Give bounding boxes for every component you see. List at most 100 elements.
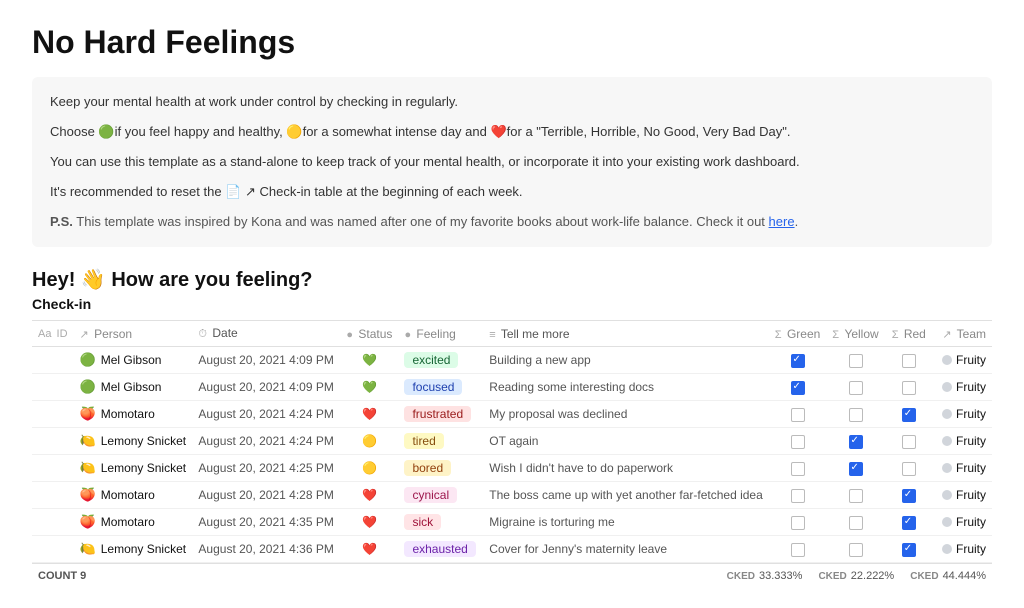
yellow-checkbox[interactable] bbox=[849, 408, 863, 422]
yellow-checkbox[interactable] bbox=[849, 489, 863, 503]
yellow-checkbox[interactable] bbox=[849, 543, 863, 557]
footer-count: COUNT 9 bbox=[38, 570, 86, 582]
th-tell: ≡ Tell me more bbox=[483, 321, 769, 347]
cell-red[interactable] bbox=[885, 455, 933, 482]
cell-date: August 20, 2021 4:25 PM bbox=[192, 455, 340, 482]
person-emoji: 🟢 bbox=[80, 352, 96, 368]
cell-person: 🍋 Lemony Snicket bbox=[74, 536, 193, 563]
table-row: 🍋 Lemony Snicket August 20, 2021 4:24 PM… bbox=[32, 428, 992, 455]
cell-date: August 20, 2021 4:28 PM bbox=[192, 482, 340, 509]
red-checkbox[interactable] bbox=[902, 489, 916, 503]
table-header-row: Aa ID ↗ Person ⏱ Date ● Status ● Feeling… bbox=[32, 321, 992, 347]
cell-feeling: cynical bbox=[398, 482, 483, 509]
feeling-badge: exhausted bbox=[404, 541, 475, 557]
th-id: Aa ID bbox=[32, 321, 74, 347]
cell-date: August 20, 2021 4:24 PM bbox=[192, 428, 340, 455]
cell-green[interactable] bbox=[769, 536, 827, 563]
cell-tell: Cover for Jenny's maternity leave bbox=[483, 536, 769, 563]
th-team: ↗ Team bbox=[933, 321, 992, 347]
team-name: Fruity bbox=[956, 380, 986, 394]
cell-person: 🍋 Lemony Snicket bbox=[74, 428, 193, 455]
th-yellow: Σ Yellow bbox=[826, 321, 884, 347]
cell-yellow[interactable] bbox=[826, 374, 884, 401]
desc-line3: You can use this template as a stand-alo… bbox=[50, 151, 974, 173]
cell-red[interactable] bbox=[885, 536, 933, 563]
green-checkbox[interactable] bbox=[791, 489, 805, 503]
description-box: Keep your mental health at work under co… bbox=[32, 77, 992, 247]
cell-id bbox=[32, 482, 74, 509]
cell-id bbox=[32, 455, 74, 482]
cell-green[interactable] bbox=[769, 428, 827, 455]
red-checkbox[interactable] bbox=[902, 435, 916, 449]
yellow-checkbox[interactable] bbox=[849, 462, 863, 476]
person-emoji: 🍑 bbox=[80, 514, 96, 530]
cell-green[interactable] bbox=[769, 347, 827, 374]
cell-feeling: excited bbox=[398, 347, 483, 374]
red-checkbox[interactable] bbox=[902, 408, 916, 422]
cell-date: August 20, 2021 4:36 PM bbox=[192, 536, 340, 563]
green-checkbox[interactable] bbox=[791, 435, 805, 449]
team-name: Fruity bbox=[956, 488, 986, 502]
cell-yellow[interactable] bbox=[826, 428, 884, 455]
cell-red[interactable] bbox=[885, 401, 933, 428]
red-checkbox[interactable] bbox=[902, 354, 916, 368]
cell-feeling: exhausted bbox=[398, 536, 483, 563]
team-name: Fruity bbox=[956, 515, 986, 529]
cell-red[interactable] bbox=[885, 482, 933, 509]
table-title: Check-in bbox=[32, 296, 992, 312]
cell-id bbox=[32, 536, 74, 563]
desc-line1: Keep your mental health at work under co… bbox=[50, 91, 974, 113]
green-checkbox[interactable] bbox=[791, 381, 805, 395]
yellow-checkbox[interactable] bbox=[849, 381, 863, 395]
cell-yellow[interactable] bbox=[826, 455, 884, 482]
desc-ps: P.S. This template was inspired by Kona … bbox=[50, 211, 974, 233]
cell-feeling: tired bbox=[398, 428, 483, 455]
cell-team: Fruity bbox=[933, 482, 992, 509]
cell-status: 💚 bbox=[340, 347, 398, 374]
count-label: COUNT bbox=[38, 570, 77, 582]
red-checkbox[interactable] bbox=[902, 516, 916, 530]
cell-team: Fruity bbox=[933, 428, 992, 455]
cell-status: ❤️ bbox=[340, 401, 398, 428]
team-dot bbox=[942, 517, 952, 527]
count-value: 9 bbox=[80, 570, 86, 582]
person-name: Momotaro bbox=[101, 515, 155, 529]
cell-yellow[interactable] bbox=[826, 536, 884, 563]
feeling-badge: sick bbox=[404, 514, 441, 530]
green-checkbox[interactable] bbox=[791, 462, 805, 476]
yellow-checkbox[interactable] bbox=[849, 354, 863, 368]
red-checkbox[interactable] bbox=[902, 462, 916, 476]
cell-status: ❤️ bbox=[340, 536, 398, 563]
cell-yellow[interactable] bbox=[826, 401, 884, 428]
green-checkbox[interactable] bbox=[791, 354, 805, 368]
cell-green[interactable] bbox=[769, 401, 827, 428]
cell-status: 🟡 bbox=[340, 455, 398, 482]
yellow-checkbox[interactable] bbox=[849, 516, 863, 530]
red-checkbox[interactable] bbox=[902, 543, 916, 557]
cell-yellow[interactable] bbox=[826, 347, 884, 374]
cell-red[interactable] bbox=[885, 374, 933, 401]
green-checkbox[interactable] bbox=[791, 543, 805, 557]
team-name: Fruity bbox=[956, 542, 986, 556]
th-feeling: ● Feeling bbox=[398, 321, 483, 347]
cell-red[interactable] bbox=[885, 347, 933, 374]
cell-red[interactable] bbox=[885, 428, 933, 455]
cell-green[interactable] bbox=[769, 455, 827, 482]
desc-line4: It's recommended to reset the 📄 ↗ Check-… bbox=[50, 181, 974, 203]
red-checkbox[interactable] bbox=[902, 381, 916, 395]
cell-yellow[interactable] bbox=[826, 482, 884, 509]
green-checkbox[interactable] bbox=[791, 408, 805, 422]
th-green: Σ Green bbox=[769, 321, 827, 347]
cell-green[interactable] bbox=[769, 374, 827, 401]
table-footer: COUNT 9 CKED 33.333% CKED 22.222% CKED 4… bbox=[32, 563, 992, 584]
green-checkbox[interactable] bbox=[791, 516, 805, 530]
page-title: No Hard Feelings bbox=[32, 24, 992, 61]
yellow-checkbox[interactable] bbox=[849, 435, 863, 449]
person-emoji: 🟢 bbox=[80, 379, 96, 395]
ps-link[interactable]: here bbox=[769, 214, 795, 229]
cell-green[interactable] bbox=[769, 482, 827, 509]
checkin-table: Aa ID ↗ Person ⏱ Date ● Status ● Feeling… bbox=[32, 320, 992, 563]
cell-id bbox=[32, 401, 74, 428]
cell-tell: My proposal was declined bbox=[483, 401, 769, 428]
team-name: Fruity bbox=[956, 407, 986, 421]
